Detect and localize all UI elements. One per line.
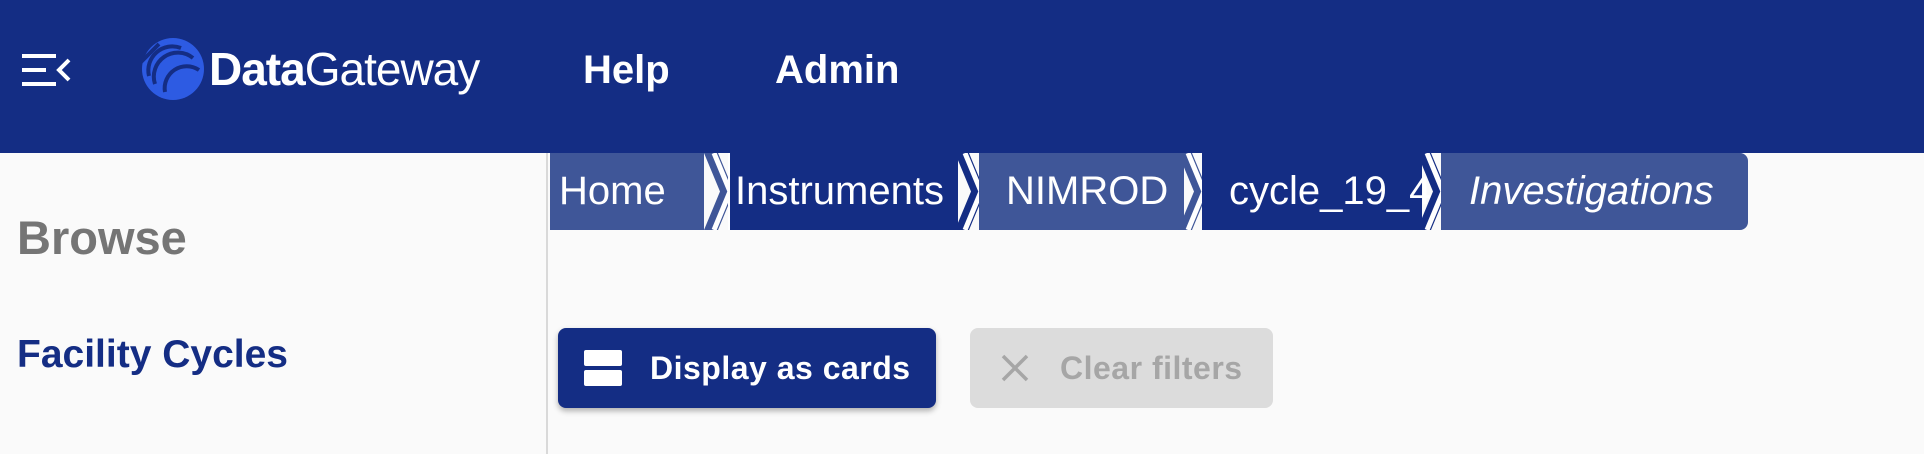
display-as-cards-button[interactable]: Display as cards bbox=[558, 328, 936, 408]
sidebar: Browse Facility Cycles bbox=[0, 153, 548, 454]
logo-text-light: Gateway bbox=[304, 43, 481, 95]
datagateway-logo-icon bbox=[139, 38, 204, 100]
menu-open-icon[interactable] bbox=[22, 50, 72, 90]
logo[interactable]: DataGateway bbox=[137, 36, 481, 102]
breadcrumb-home[interactable]: Home bbox=[550, 153, 704, 230]
app-bar: DataGateway Help Admin bbox=[0, 0, 1924, 153]
breadcrumb-cycle[interactable]: cycle_19_4 bbox=[1202, 153, 1431, 230]
logo-wordmark: DataGateway bbox=[209, 42, 481, 96]
breadcrumb-home-label: Home bbox=[559, 169, 666, 213]
breadcrumb-current: Investigations bbox=[1441, 153, 1748, 230]
breadcrumb-instruments[interactable]: Instruments bbox=[730, 153, 958, 230]
sidebar-title: Browse bbox=[17, 211, 187, 264]
breadcrumb-current-label: Investigations bbox=[1469, 169, 1714, 213]
view-agenda-icon bbox=[584, 350, 622, 386]
sidebar-item-facility-cycles[interactable]: Facility Cycles bbox=[17, 333, 288, 377]
logo-text-strong: Data bbox=[209, 43, 306, 95]
clear-filters-label: Clear filters bbox=[1060, 349, 1243, 386]
nav-admin-link[interactable]: Admin bbox=[775, 48, 899, 93]
close-icon bbox=[1001, 354, 1029, 382]
display-as-cards-label: Display as cards bbox=[650, 349, 911, 386]
breadcrumb-nimrod-label: NIMROD bbox=[1006, 169, 1169, 213]
breadcrumb-cycle-label: cycle_19_4 bbox=[1229, 169, 1432, 213]
breadcrumb-nimrod[interactable]: NIMROD bbox=[979, 153, 1184, 230]
clear-filters-button[interactable]: Clear filters bbox=[970, 328, 1273, 408]
breadcrumb-instruments-label: Instruments bbox=[735, 169, 944, 213]
nav-help-link[interactable]: Help bbox=[583, 48, 670, 93]
